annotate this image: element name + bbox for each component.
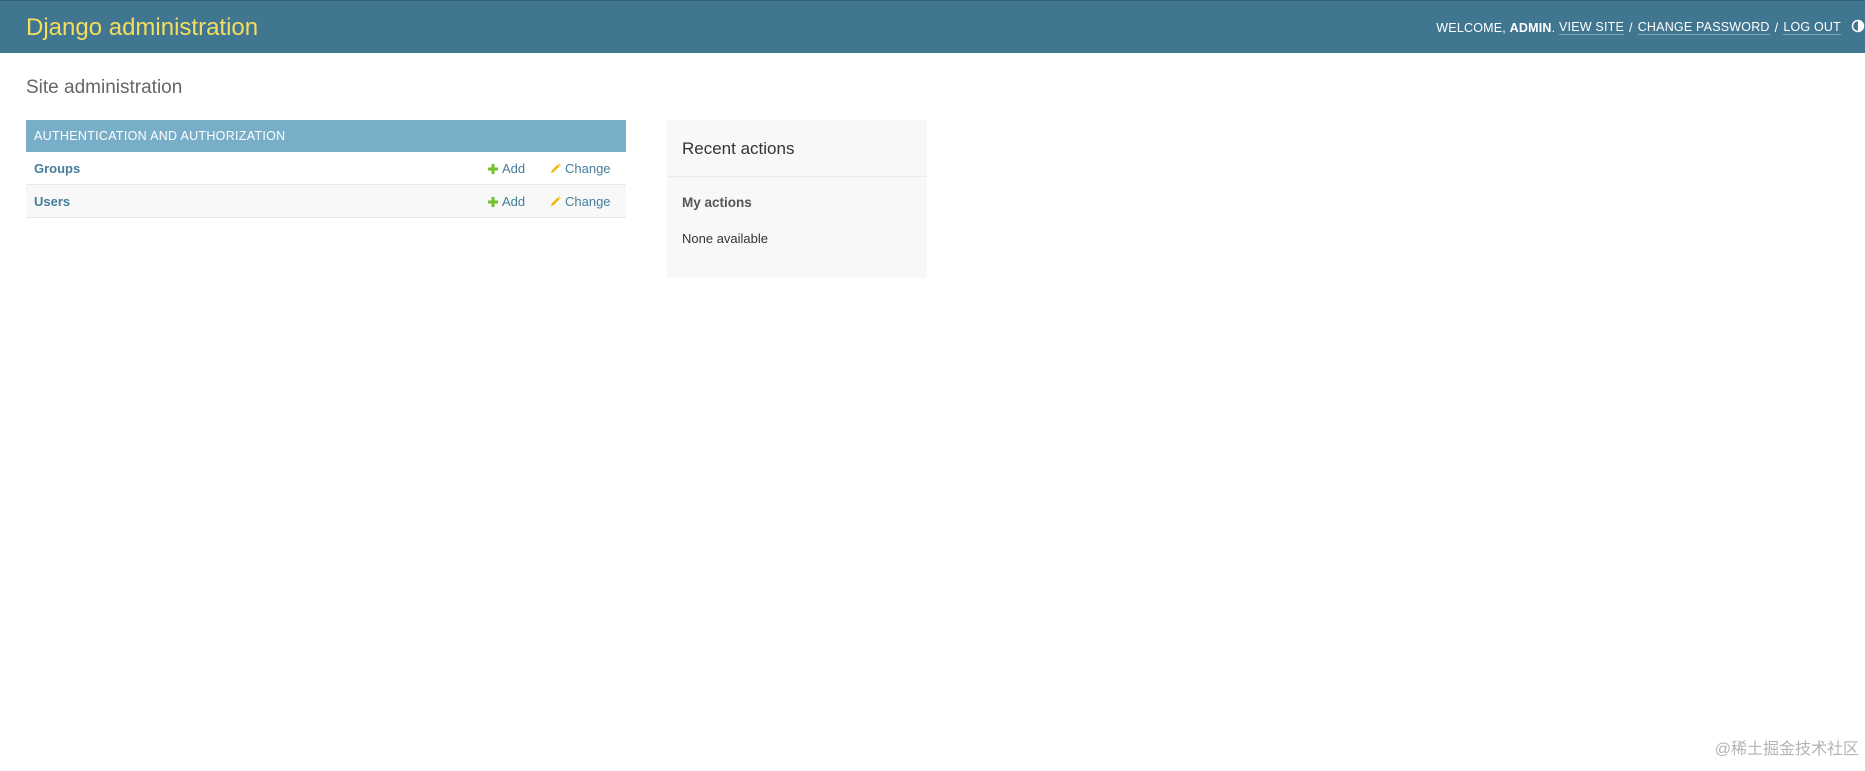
- app-module-auth: AUTHENTICATION AND AUTHORIZATION Groups …: [26, 120, 626, 218]
- model-link-users[interactable]: Users: [34, 194, 70, 209]
- separator: /: [1629, 20, 1633, 35]
- pencil-icon: [551, 163, 561, 173]
- my-actions-title: My actions: [682, 195, 752, 210]
- model-row-groups: Groups Add Change: [26, 152, 626, 185]
- change-password-link[interactable]: CHANGE PASSWORD: [1637, 20, 1770, 35]
- pencil-icon: [551, 196, 561, 206]
- watermark: @稀土掘金技术社区: [1714, 741, 1859, 758]
- add-label: Add: [502, 194, 526, 209]
- username-suffix: .: [1551, 20, 1556, 35]
- model-row-users: Users Add Change: [26, 185, 626, 218]
- recent-actions-panel: Recent actions My actions None available: [667, 120, 927, 278]
- add-label: Add: [502, 161, 526, 176]
- model-link-groups[interactable]: Groups: [34, 161, 80, 176]
- user-tools: WELCOME, ADMIN. VIEW SITE / CHANGE PASSWOR…: [1436, 20, 1841, 35]
- half-circle-icon[interactable]: [1851, 19, 1865, 33]
- log-out-link[interactable]: LOG OUT: [1783, 20, 1841, 35]
- app-caption-link[interactable]: AUTHENTICATION AND AUTHORIZATION: [34, 129, 286, 143]
- plus-icon: [488, 164, 498, 174]
- app-caption: AUTHENTICATION AND AUTHORIZATION: [26, 120, 626, 152]
- welcome-text: WELCOME,: [1436, 20, 1506, 35]
- view-site-link[interactable]: VIEW SITE: [1559, 20, 1625, 35]
- divider: [667, 176, 927, 177]
- site-branding-link[interactable]: Django administration: [26, 14, 258, 42]
- separator: /: [1774, 20, 1779, 35]
- add-users-link[interactable]: Add: [488, 194, 525, 209]
- header: Django administration WELCOME, ADMIN. VI…: [0, 0, 1865, 53]
- username: ADMIN: [1509, 20, 1552, 35]
- change-label: Change: [565, 161, 611, 176]
- recent-actions-title: Recent actions: [682, 139, 795, 158]
- change-groups-link[interactable]: Change: [550, 161, 611, 176]
- change-users-link[interactable]: Change: [550, 194, 611, 209]
- change-label: Change: [565, 194, 611, 209]
- add-groups-link[interactable]: Add: [488, 161, 525, 176]
- no-actions-text: None available: [682, 231, 769, 246]
- plus-icon: [488, 197, 498, 207]
- page-title: Site administration: [26, 77, 183, 98]
